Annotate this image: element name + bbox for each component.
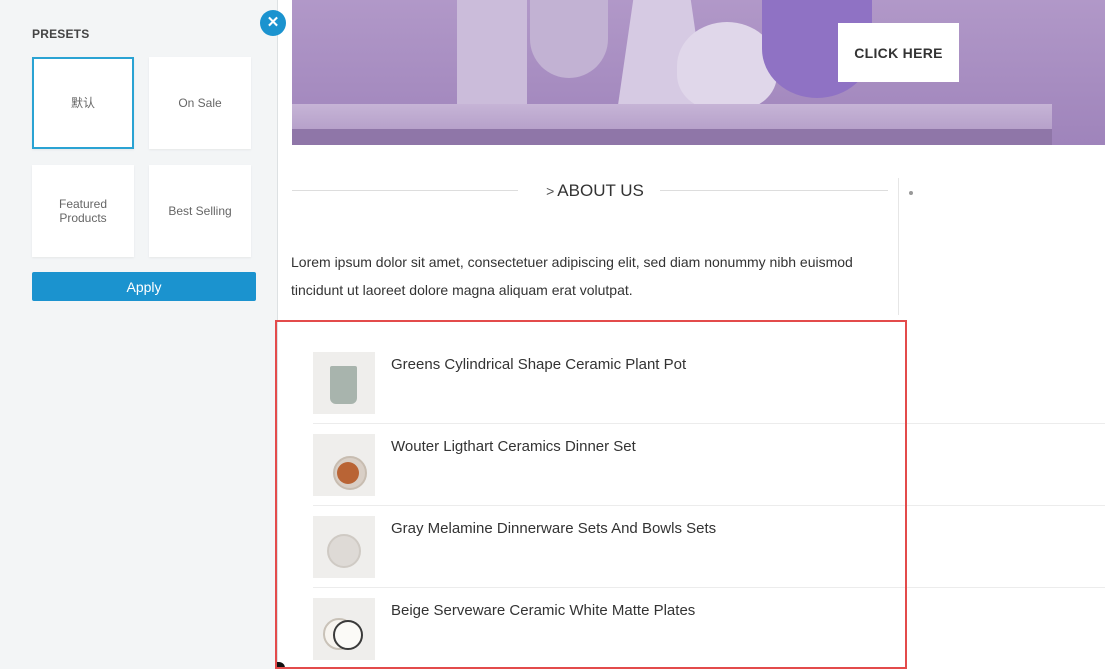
about-heading-text: ABOUT US (557, 181, 644, 200)
vase-image (457, 0, 527, 110)
presets-title: PRESETS (32, 27, 90, 41)
hero-banner: CLICK HERE (292, 0, 1105, 145)
preset-featured-products-label: Featured Products (58, 197, 108, 225)
preset-featured-products[interactable]: Featured Products (32, 165, 134, 257)
preset-default[interactable]: 默认 (32, 57, 134, 149)
product-title[interactable]: Greens Cylindrical Shape Ceramic Plant P… (391, 356, 686, 373)
plate-shape (333, 620, 363, 650)
product-title[interactable]: Wouter Ligthart Ceramics Dinner Set (391, 438, 636, 455)
product-title[interactable]: Beige Serveware Ceramic White Matte Plat… (391, 602, 695, 619)
click-here-button[interactable]: CLICK HERE (838, 23, 959, 82)
presets-panel: PRESETS 默认 On Sale Featured Products Bes… (0, 0, 278, 669)
ceramic-pot-icon[interactable] (313, 352, 375, 414)
close-icon[interactable]: ✕ (260, 10, 286, 36)
heading-divider-left (292, 190, 518, 191)
plate-shape (327, 534, 361, 568)
pot-shape (330, 366, 357, 404)
resize-handle[interactable] (275, 662, 285, 669)
gray-plate-icon[interactable] (313, 516, 375, 578)
bullet-dot-icon (909, 191, 913, 195)
plate-shape (337, 462, 359, 484)
preset-default-label: 默认 (70, 96, 95, 110)
preset-best-selling[interactable]: Best Selling (149, 165, 251, 257)
preset-best-selling-label: Best Selling (168, 204, 232, 218)
product-item[interactable]: Gray Melamine Dinnerware Sets And Bowls … (313, 507, 1105, 588)
column-divider (898, 178, 899, 315)
vase-image (530, 0, 608, 78)
product-item[interactable]: Greens Cylindrical Shape Ceramic Plant P… (313, 343, 1105, 424)
preset-on-sale-label: On Sale (178, 96, 222, 110)
product-item[interactable]: Wouter Ligthart Ceramics Dinner Set (313, 425, 1105, 506)
apply-button[interactable]: Apply (32, 272, 256, 301)
about-text: Lorem ipsum dolor sit amet, consectetuer… (291, 254, 853, 298)
heading-divider-right (660, 190, 888, 191)
preset-on-sale[interactable]: On Sale (149, 57, 251, 149)
white-plates-icon[interactable] (313, 598, 375, 660)
banner-table-edge (292, 129, 1052, 145)
about-heading: > ABOUT US (530, 181, 660, 201)
product-item[interactable]: Beige Serveware Ceramic White Matte Plat… (313, 589, 1105, 669)
product-title[interactable]: Gray Melamine Dinnerware Sets And Bowls … (391, 520, 716, 537)
chevron-right-icon: > (546, 183, 555, 199)
dinner-set-icon[interactable] (313, 434, 375, 496)
